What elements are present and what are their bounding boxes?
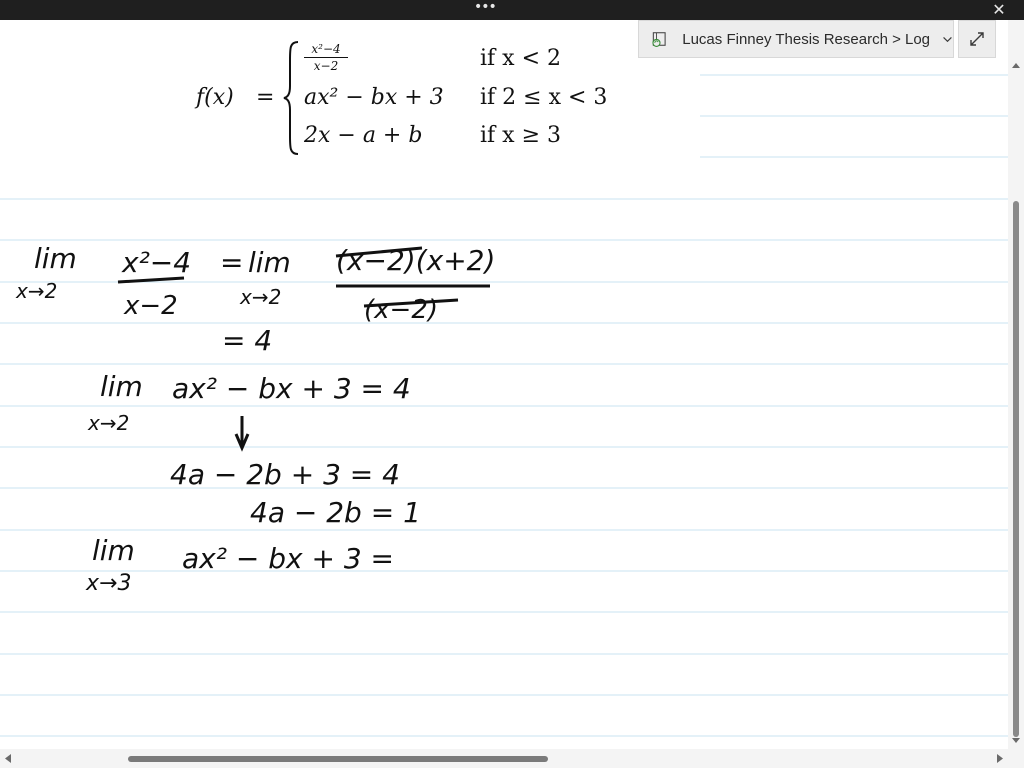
notebook-breadcrumb[interactable]: Lucas Finney Thesis Research > Log <box>638 20 954 58</box>
row1-sub: x→2 <box>15 279 57 303</box>
vertical-scrollbar[interactable] <box>1008 20 1024 749</box>
vertical-scroll-thumb[interactable] <box>1013 201 1019 737</box>
row1-lim: lim <box>34 242 77 275</box>
breadcrumb-text: Lucas Finney Thesis Research > Log <box>682 30 931 48</box>
row4-equation: 4a − 2b = 1 <box>250 496 421 529</box>
expand-icon <box>970 32 984 46</box>
row2-lim: lim <box>100 370 143 403</box>
row1-denominator: x−2 <box>123 291 178 321</box>
row3-equation: 4a − 2b + 3 = 4 <box>170 458 400 491</box>
handwritten-notes: lim x→2 x²−4 x−2 = lim x→2 (x−2)(x+2) (x… <box>15 242 495 596</box>
row1-equals: = <box>220 246 243 279</box>
note-canvas[interactable]: f(x) = x²−4 x−2 if x < 2 ax² − bx + 3 if… <box>0 20 1008 749</box>
row2-sub: x→2 <box>87 411 129 435</box>
horizontal-scroll-thumb[interactable] <box>128 756 548 762</box>
title-bar: ••• ✕ <box>0 0 1024 20</box>
scroll-up-icon[interactable] <box>1012 62 1020 70</box>
row5-expression: ax² − bx + 3 = <box>182 542 394 575</box>
chevron-down-icon <box>943 37 952 43</box>
scroll-down-icon[interactable] <box>1012 736 1020 744</box>
row1-lim2: lim <box>248 246 291 279</box>
window-menu-button[interactable]: ••• <box>474 0 497 20</box>
close-button[interactable]: ✕ <box>986 0 1012 20</box>
row5-lim: lim <box>92 534 135 567</box>
row2-expression: ax² − bx + 3 = 4 <box>172 372 411 405</box>
row1-numerator: x²−4 <box>121 246 191 279</box>
row1-sub2: x→2 <box>239 285 281 309</box>
notebook-sync-icon <box>652 32 666 47</box>
scroll-right-icon[interactable] <box>995 754 1004 763</box>
expand-button[interactable] <box>958 20 996 58</box>
scroll-left-icon[interactable] <box>4 754 13 763</box>
scrollbar-corner <box>1008 749 1024 768</box>
row5-sub: x→3 <box>85 571 131 596</box>
row1-factored-denominator: (x−2) <box>364 295 438 325</box>
horizontal-scrollbar[interactable] <box>0 749 1008 768</box>
row1-result: = 4 <box>222 324 272 357</box>
